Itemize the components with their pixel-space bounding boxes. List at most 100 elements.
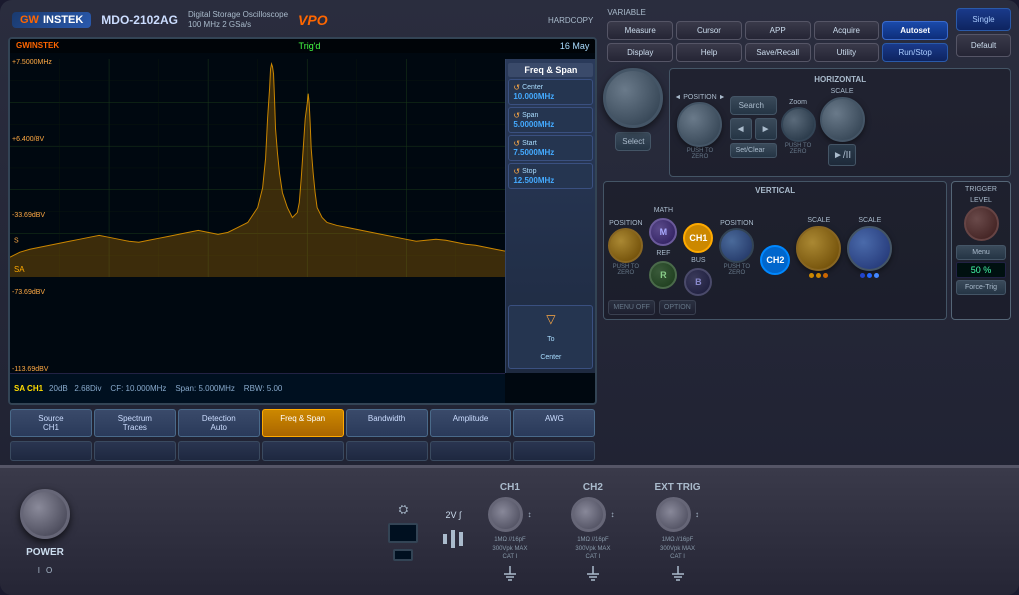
stop-icon: ↺ (513, 167, 520, 176)
ref-label: REF (656, 250, 670, 257)
help-btn[interactable]: Help (676, 43, 742, 62)
source-menu-btn[interactable]: Source CH1 (10, 409, 92, 437)
save-recall-btn[interactable]: Save/Recall (745, 43, 811, 62)
variable-label: VARIABLE (603, 8, 952, 17)
bus-button[interactable]: B (684, 268, 712, 296)
ext-trig-bnc-connector[interactable] (656, 497, 691, 532)
run-stop-btn[interactable]: Run/Stop (882, 43, 948, 62)
ext-trig-label: EXT TRIG (654, 482, 700, 493)
knob-horizontal-row: Select HORIZONTAL ◄ POSITION ► PUSH TOZE… (603, 68, 1011, 177)
vertical-title: VERTICAL (608, 186, 942, 195)
screen-date: 16 May (560, 41, 590, 51)
ch1-button[interactable]: CH1 (683, 223, 713, 253)
center-freq-item[interactable]: ↺ Center 10.000MHz (508, 79, 593, 105)
trig-status: Trig'd (299, 41, 321, 51)
usb-port-a[interactable] (388, 523, 418, 543)
brand-instek-text: INSTEK (43, 14, 83, 26)
vpo-logo: VPO (298, 12, 328, 28)
channel-connectors: CH1 ↕ 1MΩ //16pF300Vpk MAXCAT I CH2 (488, 482, 700, 580)
zoom-knob[interactable] (781, 107, 816, 142)
trigger-level-knob[interactable] (964, 206, 999, 241)
ch2-position-knob[interactable] (719, 228, 754, 263)
ext-ground-symbol (668, 566, 688, 581)
variable-knob[interactable] (603, 68, 663, 128)
nav-right-btn[interactable]: ► (755, 118, 777, 140)
ch1-scale-knob[interactable] (796, 226, 841, 271)
ch2-scale-container: SCALE (847, 217, 892, 278)
ch1-indicator-dots (809, 273, 828, 278)
math-ref-col: MATH M REF R (649, 207, 677, 289)
ctrl-btn-grid: Measure Cursor APP Acquire Autoset Displ… (603, 19, 952, 64)
to-center-button[interactable]: ▽ ToCenter (508, 305, 593, 369)
amplitude-menu-btn[interactable]: Amplitude (430, 409, 512, 437)
acquire-btn[interactable]: Acquire (814, 21, 880, 40)
softkey-5[interactable] (346, 441, 428, 461)
cursor-btn[interactable]: Cursor (676, 21, 742, 40)
default-btn[interactable]: Default (956, 34, 1011, 57)
app-btn[interactable]: APP (745, 21, 811, 40)
set-clear-btn[interactable]: Set/Clear (730, 143, 777, 158)
waveform-display: SA S (10, 59, 505, 277)
usb-port-mini[interactable] (393, 549, 413, 561)
dot-4 (860, 273, 865, 278)
option-btn[interactable]: OPTION (659, 300, 696, 315)
v-pos1-container: POSITION PUSH TOZERO (608, 220, 643, 276)
softkey-3[interactable] (178, 441, 260, 461)
hardcopy-button[interactable]: HARDCOPY (548, 16, 593, 25)
dot-1 (809, 273, 814, 278)
push-to-zero-label-h: PUSH TOZERO (687, 148, 713, 160)
detection-menu-btn[interactable]: Detection Auto (178, 409, 260, 437)
right-control-panel: VARIABLE Measure Cursor APP Acquire Auto… (603, 8, 1011, 461)
utility-btn[interactable]: Utility (814, 43, 880, 62)
single-btn[interactable]: Single (956, 8, 1011, 31)
horizontal-title: HORIZONTAL (674, 75, 1006, 84)
search-btn[interactable]: Search (730, 96, 777, 115)
brand-logo: GW INSTEK (12, 12, 91, 28)
horizontal-area: HORIZONTAL ◄ POSITION ► PUSH TOZERO Sear… (669, 68, 1011, 177)
v-pos2-container: POSITION PUSH TOZERO (719, 220, 754, 276)
force-trig-btn[interactable]: Force-Trig (956, 280, 1006, 295)
ch2-scale-knob[interactable] (847, 226, 892, 271)
stop-freq-item[interactable]: ↺ Stop 12.500MHz (508, 163, 593, 189)
freq-span-panel: Freq & Span ↺ Center 10.000MHz ↺ Span (505, 59, 595, 373)
softkey-1[interactable] (10, 441, 92, 461)
ch1-arrow-marker: ↕ (527, 510, 531, 519)
horizontal-position-knob[interactable] (677, 102, 722, 147)
ch2-button[interactable]: CH2 (760, 245, 790, 275)
softkey-6[interactable] (430, 441, 512, 461)
ch1-position-knob[interactable] (608, 228, 643, 263)
trigger-menu-btn[interactable]: Menu (956, 245, 1006, 260)
softkey-2[interactable] (94, 441, 176, 461)
spectrum-menu-btn[interactable]: Spectrum Traces (94, 409, 176, 437)
awg-menu-btn[interactable]: AWG (513, 409, 595, 437)
display-btn[interactable]: Display (607, 43, 673, 62)
screen-section: GW INSTEK MDO-2102AG Digital Storage Osc… (8, 8, 597, 461)
trigger-section: TRIGGER LEVEL Menu 50 % Force-Trig (951, 181, 1011, 320)
math-button[interactable]: M (649, 218, 677, 246)
menu-off-btn[interactable]: MENU OFF (608, 300, 655, 315)
y-axis-labels: +7.5000MHz +6.400/8V -33.69dBV -73.69dBV… (12, 59, 52, 373)
span-freq-item[interactable]: ↺ Span 5.0000MHz (508, 107, 593, 133)
ref-button[interactable]: R (649, 261, 677, 289)
measure-btn[interactable]: Measure (607, 21, 673, 40)
start-label: Start (522, 140, 537, 147)
ch2-indicator-dots (860, 273, 879, 278)
bandwidth-menu-btn[interactable]: Bandwidth (346, 409, 428, 437)
y-label-3: -33.69dBV (12, 212, 52, 219)
freq-span-menu-btn[interactable]: Freq & Span (262, 409, 344, 437)
ch2-bnc-connector[interactable] (571, 497, 606, 532)
softkey-4[interactable] (262, 441, 344, 461)
horizontal-scale-knob[interactable] (820, 97, 865, 142)
autoset-btn[interactable]: Autoset (882, 21, 948, 40)
ch1-bnc-connector[interactable] (488, 497, 523, 532)
nav-left-btn[interactable]: ◄ (730, 118, 752, 140)
ext-arrow-marker: ↕ (695, 510, 699, 519)
softkey-7[interactable] (513, 441, 595, 461)
select-btn[interactable]: Select (615, 132, 651, 151)
screen-info-text: 20dB 2.68Div CF: 10.000MHz Span: 5.000MH… (49, 384, 282, 393)
start-freq-item[interactable]: ↺ Start 7.5000MHz (508, 135, 593, 161)
play-pause-btn[interactable]: ►/II (828, 144, 856, 166)
power-knob[interactable] (20, 489, 70, 539)
trigger-level-label: LEVEL (956, 197, 1006, 204)
start-icon: ↺ (513, 139, 520, 148)
